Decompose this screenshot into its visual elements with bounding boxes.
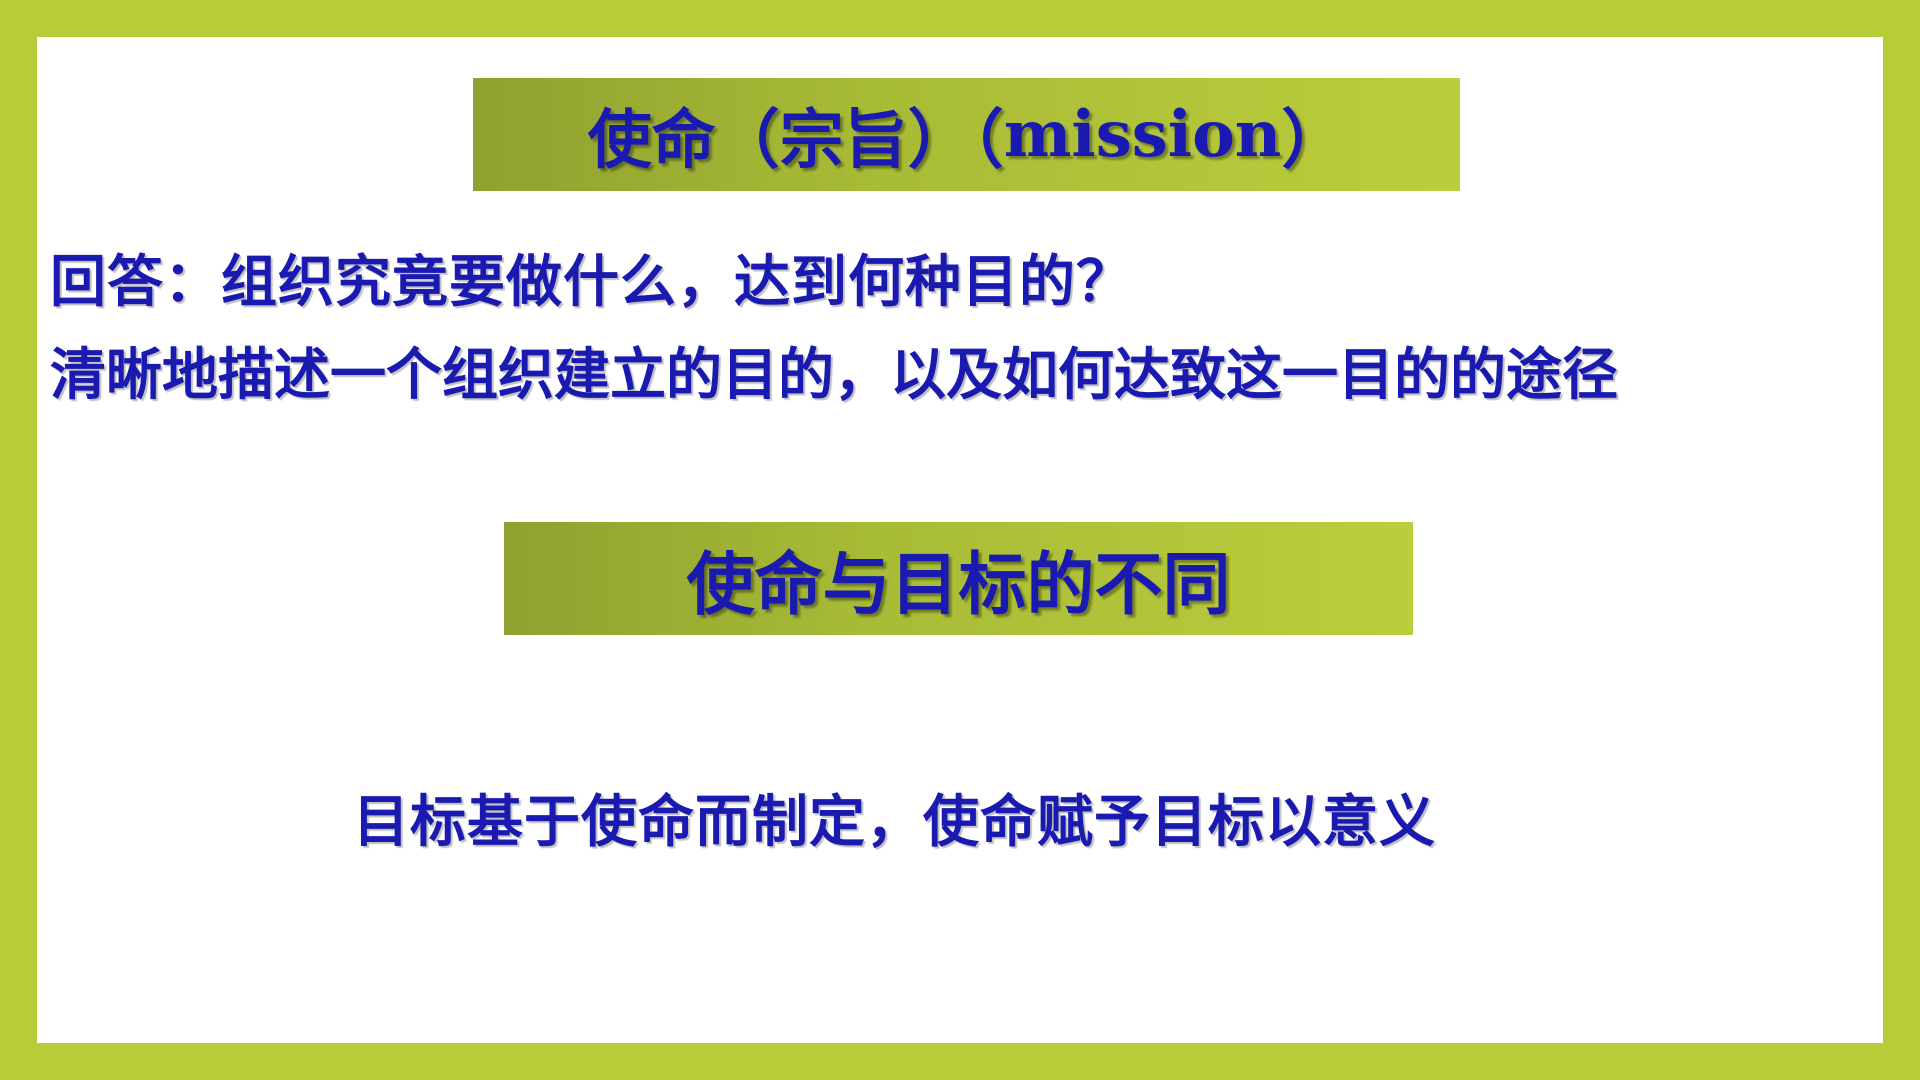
subtitle-banner: 使命与目标的不同 — [504, 522, 1413, 635]
title-latin-text: mission — [1003, 97, 1282, 172]
conclusion-line: 目标基于使命而制定，使命赋予目标以意义 — [353, 790, 1436, 855]
question-line: 回答：组织究竟要做什么，达到何种目的？ — [50, 250, 1133, 315]
description-line: 清晰地描述一个组织建立的目的，以及如何达致这一目的的途径 — [50, 343, 1618, 408]
title-banner: 使命（宗旨）（ mission） — [473, 78, 1460, 191]
title-end-text: ） — [1281, 103, 1346, 178]
slide-canvas: 使命（宗旨）（ mission） 回答：组织究竟要做什么，达到何种目的？ 清晰地描… — [37, 37, 1883, 1043]
title-text: 使命（宗旨）（ — [587, 103, 1004, 178]
subtitle-text: 使命与目标的不同 — [686, 546, 1231, 625]
